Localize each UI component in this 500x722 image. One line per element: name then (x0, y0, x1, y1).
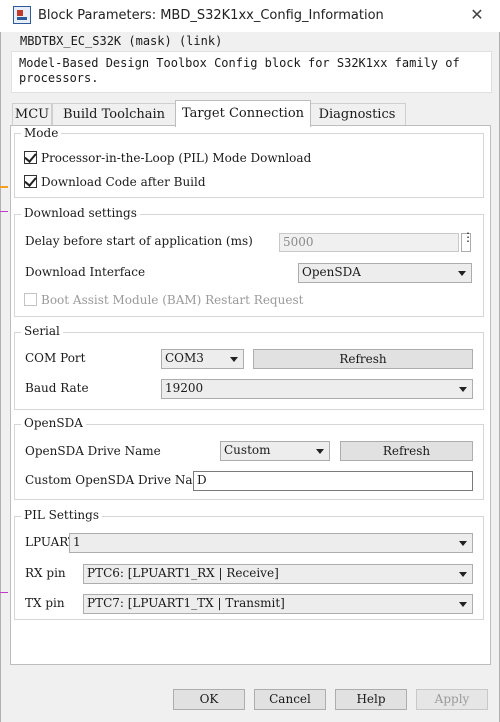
opensda-drive-select[interactable]: Custom (220, 441, 330, 461)
chevron-down-icon (230, 357, 238, 362)
opensda-refresh-button[interactable]: Refresh (340, 441, 473, 461)
bam-restart-checkbox[interactable] (24, 293, 37, 306)
rx-pin-select[interactable]: PTC6: [LPUART1_RX | Receive] (83, 564, 473, 584)
chevron-down-icon (459, 387, 467, 392)
background-canvas-line (0, 211, 8, 212)
com-port-value: COM3 (165, 351, 204, 365)
opensda-drive-label: OpenSDA Drive Name (25, 444, 161, 458)
more-options-button[interactable]: ⋮ (461, 230, 474, 252)
download-interface-select[interactable]: OpenSDA (298, 263, 472, 283)
ok-button[interactable]: OK (173, 689, 245, 710)
more-options-icon: ⋮ (462, 230, 474, 244)
window-title: Block Parameters: MBD_S32K1xx_Config_Inf… (38, 8, 384, 23)
background-canvas-line (0, 592, 8, 593)
apply-button[interactable]: Apply (416, 689, 488, 710)
baud-rate-label: Baud Rate (25, 381, 89, 395)
opensda-group-title: OpenSDA (21, 416, 86, 430)
baud-rate-value: 19200 (165, 381, 204, 395)
download-after-build-checkbox[interactable] (24, 174, 37, 188)
rx-pin-value: PTC6: [LPUART1_RX | Receive] (87, 566, 279, 580)
com-port-select[interactable]: COM3 (161, 349, 244, 369)
help-button[interactable]: Help (335, 689, 407, 710)
mask-name: MBDTBX_EC_S32K (mask) (link) (20, 34, 223, 48)
background-canvas-line (0, 186, 8, 188)
tx-pin-label: TX pin (25, 596, 65, 610)
chevron-down-icon (458, 271, 466, 276)
lpuart-value: 1 (73, 535, 81, 549)
tab-target-connection[interactable]: Target Connection (175, 100, 311, 127)
serial-refresh-button[interactable]: Refresh (253, 349, 473, 369)
pil-settings-title: PIL Settings (21, 508, 102, 522)
delay-label: Delay before start of application (ms) (25, 234, 253, 248)
pil-mode-checkbox[interactable] (24, 150, 37, 164)
window-border-left (0, 32, 1, 722)
chevron-down-icon (459, 541, 467, 546)
download-settings-title: Download settings (21, 206, 140, 220)
delay-input[interactable]: 5000 (279, 233, 459, 252)
cancel-button[interactable]: Cancel (254, 689, 326, 710)
serial-group-title: Serial (21, 324, 63, 338)
pil-mode-label: Processor-in-the-Loop (PIL) Mode Downloa… (41, 151, 312, 165)
chevron-down-icon (459, 602, 467, 607)
download-after-build-label: Download Code after Build (41, 175, 206, 189)
bam-restart-label: Boot Assist Module (BAM) Restart Request (41, 293, 304, 307)
simulink-block-icon (13, 6, 31, 24)
download-interface-label: Download Interface (25, 265, 146, 279)
opensda-drive-value: Custom (224, 443, 271, 457)
lpuart-select[interactable]: 1 (69, 533, 473, 553)
tab-mcu[interactable]: MCU (12, 103, 52, 126)
mode-group-title: Mode (21, 126, 62, 140)
custom-drive-label: Custom OpenSDA Drive Name (25, 473, 212, 487)
download-interface-value: OpenSDA (302, 265, 361, 279)
baud-rate-select[interactable]: 19200 (161, 379, 473, 399)
com-port-label: COM Port (25, 351, 86, 365)
custom-drive-input[interactable]: D (193, 471, 473, 491)
tx-pin-value: PTC7: [LPUART1_TX | Transmit] (87, 596, 285, 610)
chevron-down-icon (316, 449, 324, 454)
rx-pin-label: RX pin (25, 566, 66, 580)
tab-diagnostics[interactable]: Diagnostics (308, 103, 406, 126)
block-description: Model-Based Design Toolbox Config block … (19, 56, 460, 85)
close-icon[interactable]: ✕ (466, 4, 488, 26)
chevron-down-icon (459, 572, 467, 577)
tab-build-toolchain[interactable]: Build Toolchain (52, 103, 176, 126)
tx-pin-select[interactable]: PTC7: [LPUART1_TX | Transmit] (83, 594, 473, 614)
